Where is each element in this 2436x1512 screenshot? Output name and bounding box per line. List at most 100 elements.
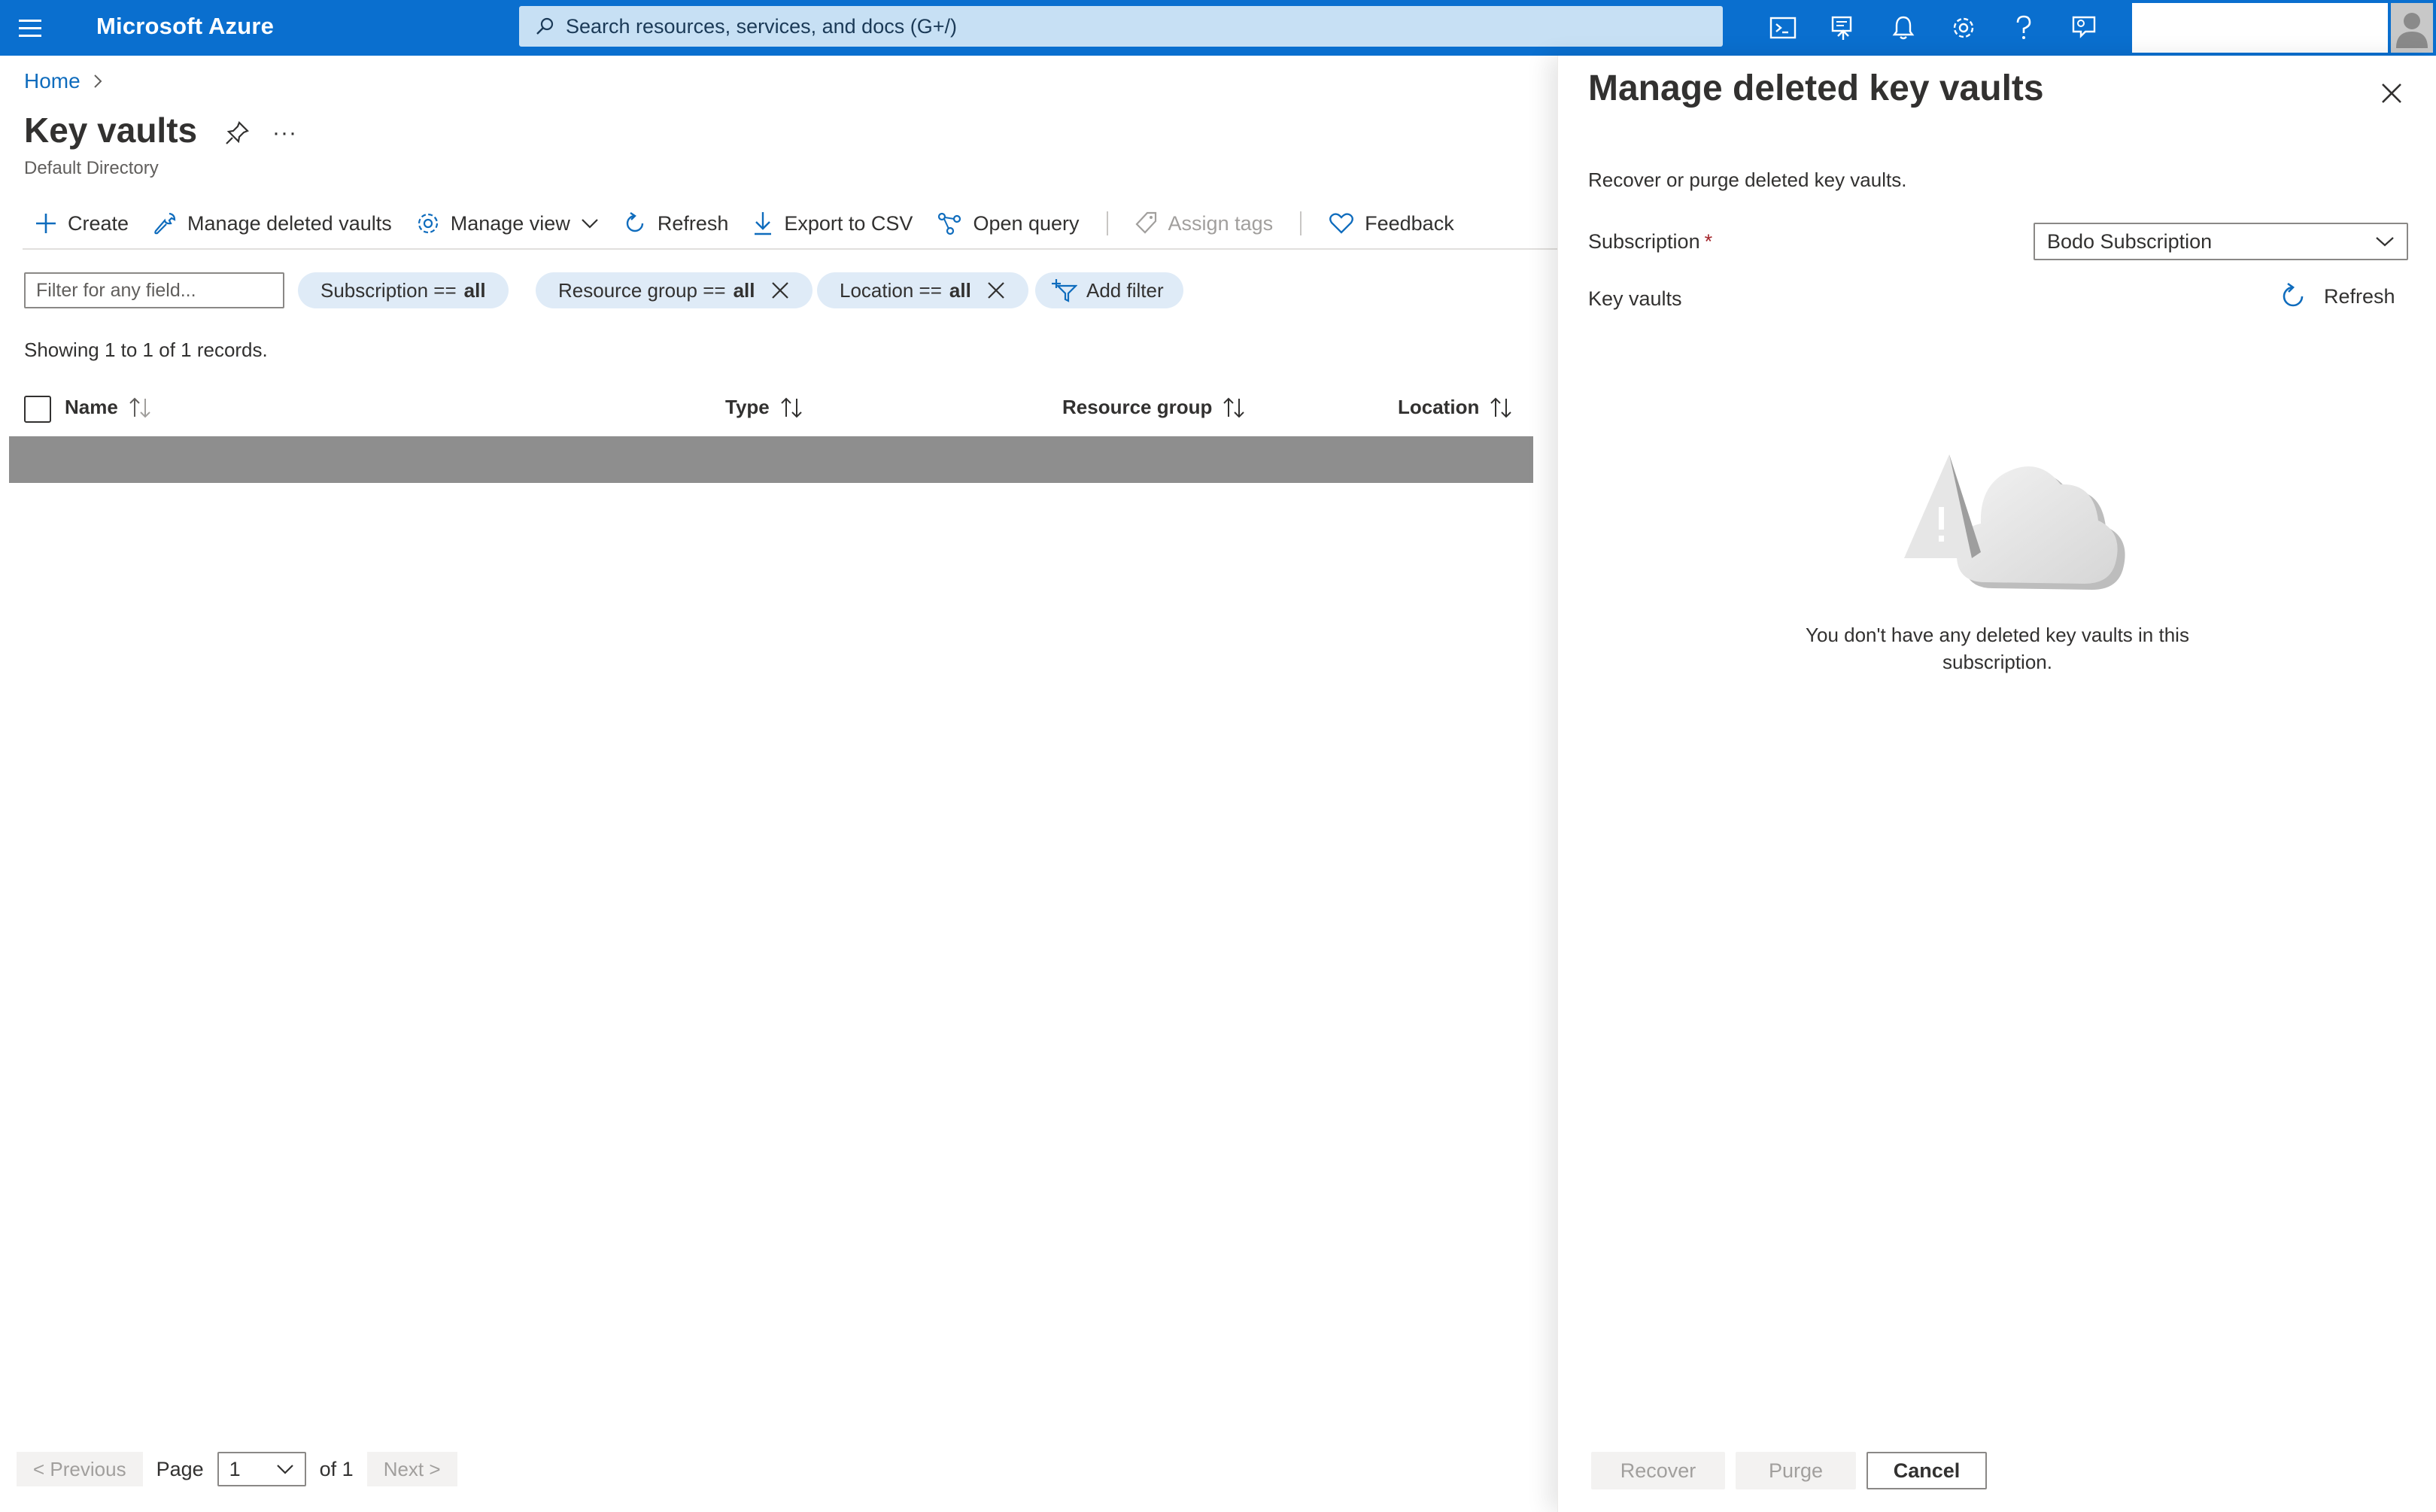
close-icon[interactable]	[770, 281, 790, 300]
feedback-button[interactable]: Feedback	[1317, 203, 1466, 244]
column-header-resource-group[interactable]: Resource group	[1062, 396, 1247, 419]
location-filter-value: all	[949, 278, 971, 302]
add-filter-button[interactable]: Add filter	[1035, 272, 1183, 308]
table-header: Name Type Resource group Location	[24, 393, 1536, 424]
resource-group-filter-label: Resource group ==	[558, 278, 726, 302]
next-page-button[interactable]: Next >	[366, 1452, 457, 1486]
search-input[interactable]	[564, 14, 1723, 39]
subscription-dropdown-value: Bodo Subscription	[2047, 229, 2213, 253]
page-title: Key vaults	[24, 111, 198, 150]
chevron-down-icon	[582, 219, 598, 229]
download-icon	[755, 212, 772, 235]
gear-icon[interactable]	[1933, 0, 1994, 56]
avatar[interactable]	[2391, 3, 2433, 53]
create-button[interactable]: Create	[23, 203, 141, 244]
refresh-button[interactable]: Refresh	[611, 203, 741, 244]
bell-icon[interactable]	[1873, 0, 1933, 56]
column-type-label: Type	[725, 396, 770, 418]
toolbar-underline	[23, 248, 1559, 250]
select-all-checkbox[interactable]	[24, 396, 51, 423]
chevron-right-icon	[93, 74, 102, 88]
command-bar: Create Manage deleted vaults Manage view…	[23, 203, 1466, 244]
records-count: Showing 1 to 1 of 1 records.	[24, 339, 268, 361]
add-filter-label: Add filter	[1086, 278, 1164, 302]
assign-tags-label: Assign tags	[1168, 211, 1274, 235]
subscription-filter-label: Subscription ==	[320, 278, 457, 302]
page-select-value: 1	[229, 1457, 241, 1480]
column-name-label: Name	[65, 396, 118, 418]
sort-icon	[1223, 397, 1245, 417]
assign-tags-button[interactable]: Assign tags	[1123, 203, 1286, 244]
subscription-filter-value: all	[463, 278, 486, 302]
panel-footer: Recover Purge Cancel	[1591, 1452, 1987, 1489]
open-query-label: Open query	[973, 211, 1080, 235]
wrench-icon	[154, 212, 176, 235]
resource-group-filter-pill[interactable]: Resource group == all	[536, 272, 813, 308]
export-csv-button[interactable]: Export to CSV	[740, 203, 925, 244]
search-icon	[536, 17, 554, 35]
open-query-button[interactable]: Open query	[925, 203, 1091, 244]
chevron-down-icon	[276, 1465, 293, 1474]
sort-icon	[781, 397, 802, 417]
pin-icon[interactable]	[224, 120, 250, 146]
heart-icon	[1329, 213, 1354, 234]
refresh-icon	[2283, 282, 2304, 307]
key-vaults-label: Key vaults	[1588, 287, 1682, 310]
cancel-button[interactable]: Cancel	[1866, 1452, 1987, 1489]
global-search[interactable]	[519, 6, 1723, 47]
close-icon[interactable]	[2377, 78, 2407, 108]
column-location-label: Location	[1398, 396, 1480, 418]
sort-icon	[129, 397, 150, 417]
recover-button[interactable]: Recover	[1591, 1452, 1725, 1489]
query-graph-icon	[938, 212, 961, 235]
purge-button[interactable]: Purge	[1736, 1452, 1856, 1489]
page-select[interactable]: 1	[217, 1452, 306, 1486]
feedback-label: Feedback	[1365, 211, 1454, 235]
hamburger-icon[interactable]	[15, 14, 45, 42]
location-filter-label: Location ==	[840, 278, 942, 302]
required-mark: *	[1704, 230, 1713, 253]
export-csv-label: Export to CSV	[784, 211, 913, 235]
subscription-label-text: Subscription	[1588, 230, 1700, 253]
filter-input[interactable]	[24, 272, 284, 308]
breadcrumb-home[interactable]: Home	[24, 69, 80, 93]
top-bar: Microsoft Azure	[0, 0, 2436, 56]
close-icon[interactable]	[986, 281, 1006, 300]
manage-view-button[interactable]: Manage view	[404, 203, 611, 244]
breadcrumb: Home	[24, 69, 103, 93]
directory-filter-icon[interactable]	[1813, 0, 1873, 56]
empty-state-message: You don't have any deleted key vaults in…	[1806, 624, 2189, 673]
more-options-icon[interactable]: ···	[272, 120, 297, 146]
panel-title: Manage deleted key vaults	[1588, 68, 2044, 108]
page-of-label: of 1	[319, 1457, 354, 1480]
chevron-down-icon	[2376, 237, 2394, 247]
sort-icon	[1490, 397, 1512, 417]
manage-deleted-vaults-button[interactable]: Manage deleted vaults	[141, 203, 404, 244]
refresh-icon	[626, 212, 644, 232]
add-filter-icon	[1052, 279, 1077, 302]
page-subtitle: Default Directory	[24, 158, 159, 178]
manage-view-label: Manage view	[450, 211, 570, 235]
panel-description: Recover or purge deleted key vaults.	[1588, 169, 1907, 191]
table-row[interactable]	[9, 436, 1533, 483]
subscription-dropdown[interactable]: Bodo Subscription	[2034, 223, 2408, 260]
previous-page-button[interactable]: < Previous	[17, 1452, 143, 1486]
help-icon[interactable]	[1994, 0, 2054, 56]
plus-icon	[36, 214, 56, 233]
column-header-type[interactable]: Type	[725, 396, 804, 419]
column-header-location[interactable]: Location	[1398, 396, 1514, 419]
column-header-name[interactable]: Name	[65, 396, 153, 419]
panel-refresh-button[interactable]: Refresh	[2279, 280, 2395, 313]
gear-icon	[418, 213, 438, 234]
top-icons	[1753, 0, 2114, 56]
feedback-person-icon[interactable]	[2054, 0, 2114, 56]
column-resource-group-label: Resource group	[1062, 396, 1213, 418]
brand-title[interactable]: Microsoft Azure	[96, 13, 274, 40]
location-filter-pill[interactable]: Location == all	[817, 272, 1028, 308]
cloud-warning-illustration	[1904, 454, 2125, 590]
page-label: Page	[156, 1457, 204, 1480]
subscription-filter-pill[interactable]: Subscription == all	[298, 272, 509, 308]
cloud-shell-icon[interactable]	[1753, 0, 1813, 56]
account-name-box[interactable]	[2132, 3, 2388, 53]
create-label: Create	[68, 211, 129, 235]
